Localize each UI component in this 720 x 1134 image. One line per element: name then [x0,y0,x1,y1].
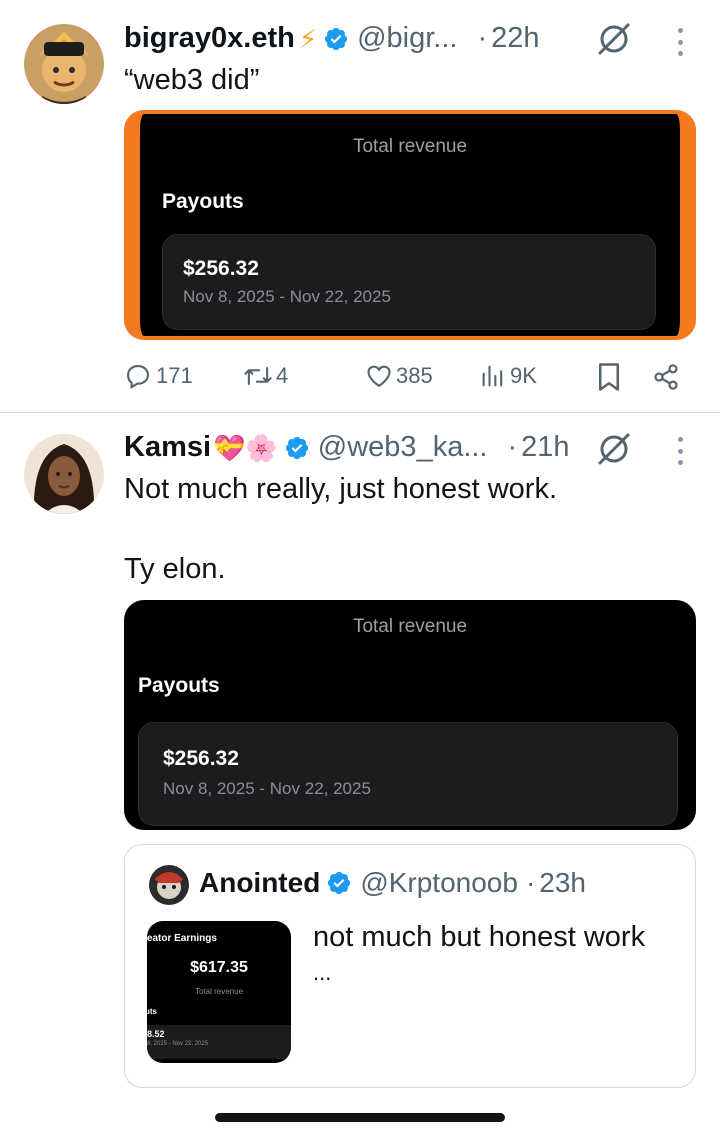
timestamp[interactable]: 21h [521,431,569,464]
quoted-tweet[interactable]: Anointed @Krptonoob · 23h reator Earning… [124,844,696,1088]
thumb-amount: $617.35 [190,959,248,976]
views-button[interactable]: 9K [478,362,537,390]
media-title: Total revenue [352,616,468,637]
avatar-bigray[interactable] [24,24,104,104]
tweet-header: Kamsi 💝🌸 @web3_ka... · 21h [124,431,570,464]
media-amount: $256.32 [183,257,259,280]
quote-ellipsis: ... [313,960,332,985]
media-dates: Nov 8, 2025 - Nov 22, 2025 [183,287,391,306]
media-section-label: Payouts [162,190,244,213]
handle[interactable]: @bigr... [357,22,457,55]
repost-button[interactable]: 4 [242,362,288,390]
timestamp[interactable]: 22h [491,22,539,55]
like-count: 385 [396,363,433,388]
avatar-kamsi[interactable] [24,434,104,514]
heart-icon [367,365,391,388]
separator-dot: · [507,431,518,463]
quote-timestamp[interactable]: 23h [539,867,586,899]
action-bar: 171 4 385 9K [124,358,690,398]
lightning-emoji: ⚡ [298,23,318,54]
tweet-media-image[interactable]: Total revenue Payouts $256.32 Nov 8, 202… [124,110,696,340]
share-icon [654,364,678,390]
reply-button[interactable]: 171 [124,362,193,390]
media-section-label: Payouts [138,674,220,697]
bookmark-icon [599,363,619,391]
media-payout-card: $256.32 Nov 8, 2025 - Nov 22, 2025 [138,722,678,826]
views-count: 9K [510,363,537,388]
quote-media-thumbnail[interactable]: reator Earnings $617.35 Total revenue ut… [147,921,291,1063]
grok-icon[interactable] [597,22,631,56]
media-title: Total revenue [352,136,468,157]
thumb-caption: Total revenue [194,987,244,996]
share-button[interactable] [652,362,680,392]
thumb-card: 8.52 8, 2025 - Nov 22, 2025 [147,1025,291,1059]
quote-display-name[interactable]: Anointed [199,867,320,899]
verified-badge-icon [325,27,348,50]
media-amount: $256.32 [163,747,239,770]
verified-badge-icon [285,436,308,459]
bookmark-button[interactable] [596,362,622,392]
avatar-anointed[interactable] [149,865,189,905]
display-name[interactable]: bigray0x.eth [124,22,295,55]
like-button[interactable]: 385 [364,362,433,390]
media-dates: Nov 8, 2025 - Nov 22, 2025 [163,779,371,798]
tweet-text: Not much really, just honest work. Ty el… [124,473,558,585]
more-options-icon[interactable] [676,28,684,56]
home-indicator[interactable] [215,1113,505,1122]
heart-flower-emoji: 💝🌸 [213,432,278,463]
separator-dot: · [477,22,488,54]
reply-count: 171 [156,363,193,388]
handle[interactable]: @web3_ka... [318,431,488,464]
repost-icon [244,366,272,386]
quote-handle[interactable]: @Krptonoob [360,867,518,899]
tweet-media-image[interactable]: Total revenue Payouts $256.32 Nov 8, 202… [124,600,696,830]
quote-body: not much but honest work [313,921,646,953]
display-name[interactable]: Kamsi [124,431,211,464]
reply-icon [127,365,149,389]
tweet-1[interactable]: bigray0x.eth ⚡ @bigr... · 22h “web3 did”… [0,0,720,412]
grok-icon[interactable] [597,432,631,466]
thumb-row-amount: 8.52 [147,1029,165,1039]
thumb-row-dates: 8, 2025 - Nov 22, 2025 [147,1041,209,1047]
verified-badge-icon [328,871,351,895]
thumb-header: reator Earnings [147,933,217,944]
more-options-icon[interactable] [676,437,684,465]
quote-text: not much but honest work ... [313,917,673,989]
media-payout-card: $256.32 Nov 8, 2025 - Nov 22, 2025 [162,234,656,330]
separator-dot: · [525,867,536,898]
views-icon [482,365,503,387]
repost-count: 4 [276,363,289,388]
quote-header: Anointed @Krptonoob · 23h [199,867,586,899]
tweet-header: bigray0x.eth ⚡ @bigr... · 22h [124,22,540,55]
tweet-text: “web3 did” [124,64,260,96]
thumb-section: uts [147,1007,157,1016]
